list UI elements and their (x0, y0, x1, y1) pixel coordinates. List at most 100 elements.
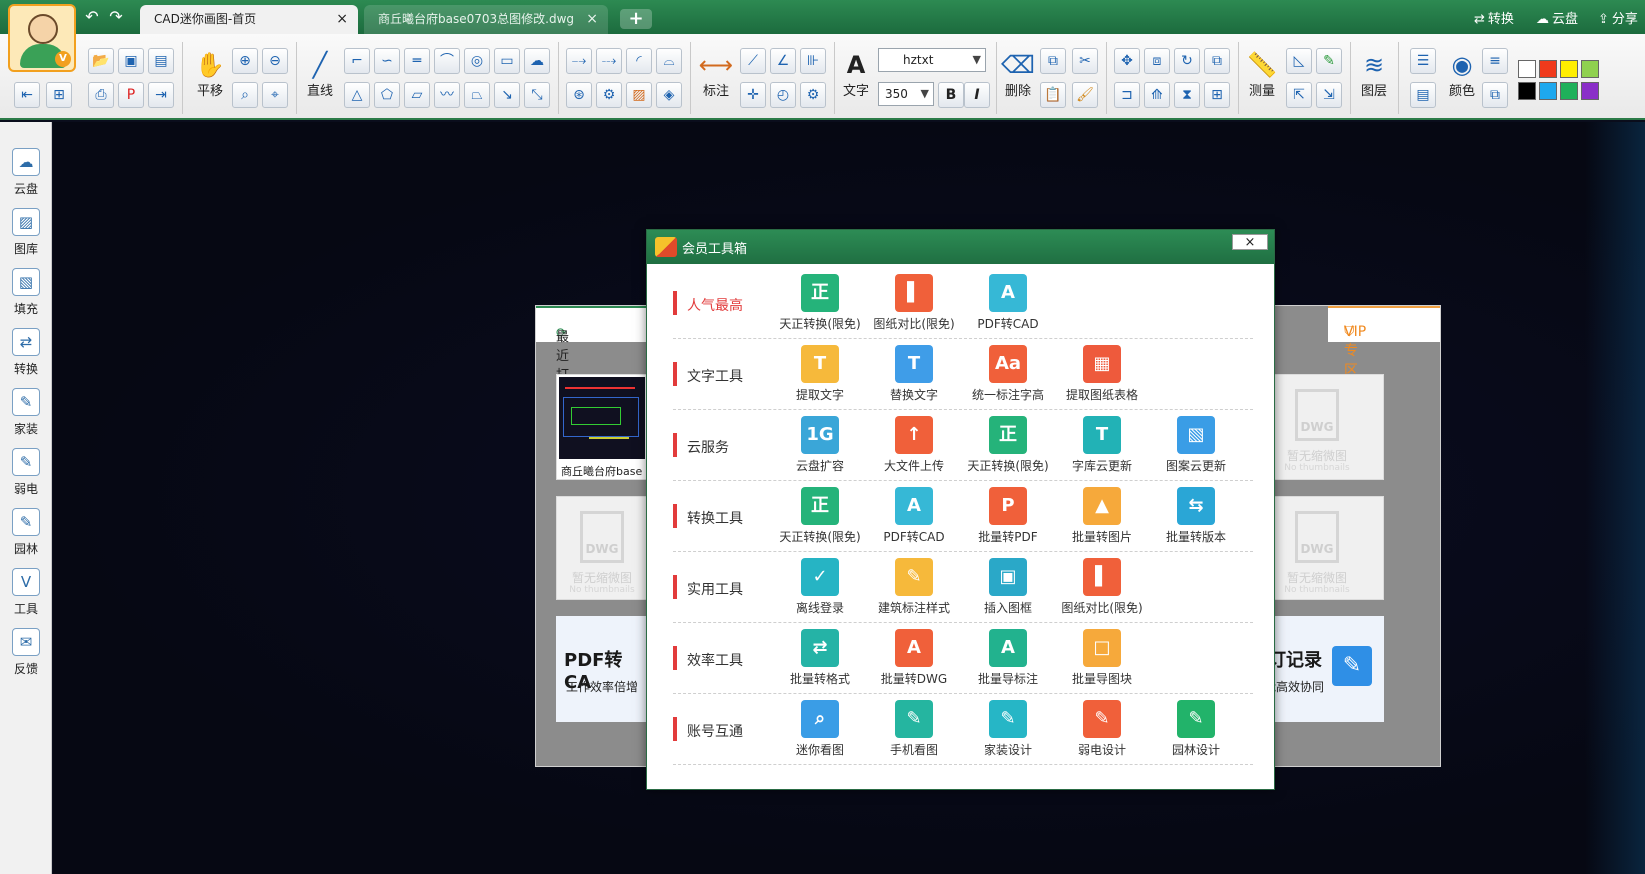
fill-icon[interactable]: ◈ (656, 82, 682, 108)
tool-item[interactable]: ▦ 提取图纸表格 (1055, 345, 1149, 403)
tool-item[interactable]: ⌕ 迷你看图 (773, 700, 867, 758)
color-swatch-cyan[interactable] (1539, 82, 1557, 100)
break-icon[interactable]: ⤍ (566, 48, 592, 74)
tool-item[interactable]: 正天正转换(限免) (773, 487, 867, 545)
tool-item[interactable]: ▧ 图案云更新 (1149, 416, 1243, 474)
scale-icon[interactable]: ⧈ (1144, 48, 1170, 74)
color-swatch-red[interactable] (1539, 60, 1557, 78)
vip-header[interactable]: ⛉ VIP专区 (1328, 306, 1440, 379)
font-size-select[interactable]: 350 ▼ (878, 82, 934, 106)
save-as-icon[interactable]: ▤ (148, 48, 174, 74)
tool-item[interactable]: 1G 云盘扩容 (773, 416, 867, 474)
import-icon[interactable]: ⊞ (46, 82, 72, 108)
color-swatch-green[interactable] (1560, 82, 1578, 100)
export-image-icon[interactable]: ⇲ (1316, 82, 1342, 108)
link-icon[interactable]: ⧉ (1482, 82, 1508, 108)
format-brush-icon[interactable]: 🖌 (1072, 82, 1098, 108)
export-icon[interactable]: ⇥ (148, 82, 174, 108)
copy-object-icon[interactable]: ⧉ (1204, 48, 1230, 74)
sidebar-item-garden[interactable]: ✎ 园林 (0, 508, 52, 557)
tool-item[interactable]: ✎ 建筑标注样式 (867, 558, 961, 616)
sidebar-item-hatch[interactable]: ▧ 填充 (0, 268, 52, 317)
triangle-icon[interactable]: △ (344, 82, 370, 108)
bold-button[interactable]: B (938, 82, 964, 108)
cut-icon[interactable]: ✂ (1072, 48, 1098, 74)
tool-item[interactable]: A PDF转CAD (867, 487, 961, 545)
aligned-dim-icon[interactable]: ⟋ (740, 48, 766, 74)
tool-item[interactable]: ✎ 园林设计 (1149, 700, 1243, 758)
pan-button[interactable]: ✋ 平移 (192, 50, 228, 99)
block-icon[interactable]: ⊛ (566, 82, 592, 108)
dimension-button[interactable]: ⟷ 标注 (696, 50, 736, 99)
sidebar-item-gallery[interactable]: ▨ 图库 (0, 208, 52, 257)
radius-dim-icon[interactable]: ◴ (770, 82, 796, 108)
multiline-icon[interactable]: ═ (404, 48, 430, 74)
tool-item[interactable]: ▣ 插入图框 (961, 558, 1055, 616)
convert-button[interactable]: ⇄ 转换 (1474, 8, 1514, 27)
coordinate-icon[interactable]: ✛ (740, 82, 766, 108)
color-swatch-purple[interactable] (1581, 82, 1599, 100)
italic-button[interactable]: I (964, 82, 990, 108)
tool-item[interactable]: ▌ 图纸对比(限免) (867, 274, 961, 332)
tool-item[interactable]: ✎ 弱电设计 (1055, 700, 1149, 758)
trim-icon[interactable]: ⊐ (1114, 82, 1140, 108)
extend-icon[interactable]: ⤏ (596, 48, 622, 74)
polygon-icon[interactable]: ⬠ (374, 82, 400, 108)
color-swatch-black[interactable] (1518, 82, 1536, 100)
angle-dim-icon[interactable]: ∠ (770, 48, 796, 74)
rotate-icon[interactable]: ↻ (1174, 48, 1200, 74)
user-avatar[interactable]: V (8, 4, 76, 72)
gear-icon[interactable]: ⚙ (596, 82, 622, 108)
open-icon[interactable]: 📂 (88, 48, 114, 74)
tool-item[interactable]: ⇆ 批量转版本 (1149, 487, 1243, 545)
paste-icon[interactable]: 📋 (1040, 82, 1066, 108)
sidebar-item-weak-current[interactable]: ✎ 弱电 (0, 448, 52, 497)
circle-icon[interactable]: ◎ (464, 48, 490, 74)
tool-item[interactable]: ⇄ 批量转格式 (773, 629, 867, 687)
tool-item[interactable]: P 批量转PDF (961, 487, 1055, 545)
sidebar-item-cloud[interactable]: ☁ 云盘 (0, 148, 52, 197)
move-icon[interactable]: ✥ (1114, 48, 1140, 74)
trapezoid-icon[interactable]: ⏢ (464, 82, 490, 108)
line-weight-icon[interactable]: ≡ (1482, 48, 1508, 74)
spline-icon[interactable]: ∽ (374, 48, 400, 74)
freehand-icon[interactable]: 〰 (434, 82, 460, 108)
chamfer-icon[interactable]: ⌓ (656, 48, 682, 74)
list-icon[interactable]: ☰ (1410, 48, 1436, 74)
close-icon[interactable]: × (336, 5, 348, 34)
undo-icon[interactable]: ↶ (82, 8, 102, 26)
color-swatch-yellow[interactable] (1560, 60, 1578, 78)
continuous-dim-icon[interactable]: ⊪ (800, 48, 826, 74)
zoom-extents-icon[interactable]: ⌖ (262, 82, 288, 108)
recent-file-card[interactable]: 商丘曦台府base (556, 374, 648, 480)
promo-pdf-card[interactable]: PDF转CA 工作效率倍增 (556, 616, 648, 722)
tool-item[interactable]: T 提取文字 (773, 345, 867, 403)
recent-header[interactable]: ⟳ 最近打开 (536, 306, 646, 402)
rectangle-icon[interactable]: ▭ (494, 48, 520, 74)
diagonal-icon[interactable]: ⤡ (524, 82, 550, 108)
grid-list-icon[interactable]: ▤ (1410, 82, 1436, 108)
import-image-icon[interactable]: ⇱ (1286, 82, 1312, 108)
color-button[interactable]: ◉ 颜色 (1444, 50, 1480, 99)
back-icon[interactable]: ⇤ (14, 82, 40, 108)
tool-item[interactable]: ▲ 批量转图片 (1055, 487, 1149, 545)
tool-item[interactable]: ▌ 图纸对比(限免) (1055, 558, 1149, 616)
tool-item[interactable]: ✎ 家装设计 (961, 700, 1055, 758)
empty-thumb[interactable]: DWG 暂无缩微图 No thumbnails (556, 496, 648, 600)
offset-icon[interactable]: ⟰ (1144, 82, 1170, 108)
layer-button[interactable]: ≋ 图层 (1354, 50, 1394, 99)
font-select[interactable]: hztxt ▼ (878, 48, 986, 72)
fillet-icon[interactable]: ◜ (626, 48, 652, 74)
tab-drawing[interactable]: 商丘曦台府base0703总图修改.dwg × (364, 5, 608, 34)
close-icon[interactable]: × (586, 5, 598, 34)
zoom-in-icon[interactable]: ⊕ (232, 48, 258, 74)
tool-item[interactable]: A 批量转DWG (867, 629, 961, 687)
tab-home[interactable]: CAD迷你画图-首页 × (140, 5, 358, 34)
redo-icon[interactable]: ↷ (106, 8, 126, 26)
zoom-out-icon[interactable]: ⊖ (262, 48, 288, 74)
line-button[interactable]: ╱ 直线 (302, 50, 338, 99)
sidebar-item-feedback[interactable]: ✉ 反馈 (0, 628, 52, 677)
close-button[interactable]: × (1232, 234, 1268, 250)
sidebar-item-convert[interactable]: ⇄ 转换 (0, 328, 52, 377)
save-icon[interactable]: ▣ (118, 48, 144, 74)
